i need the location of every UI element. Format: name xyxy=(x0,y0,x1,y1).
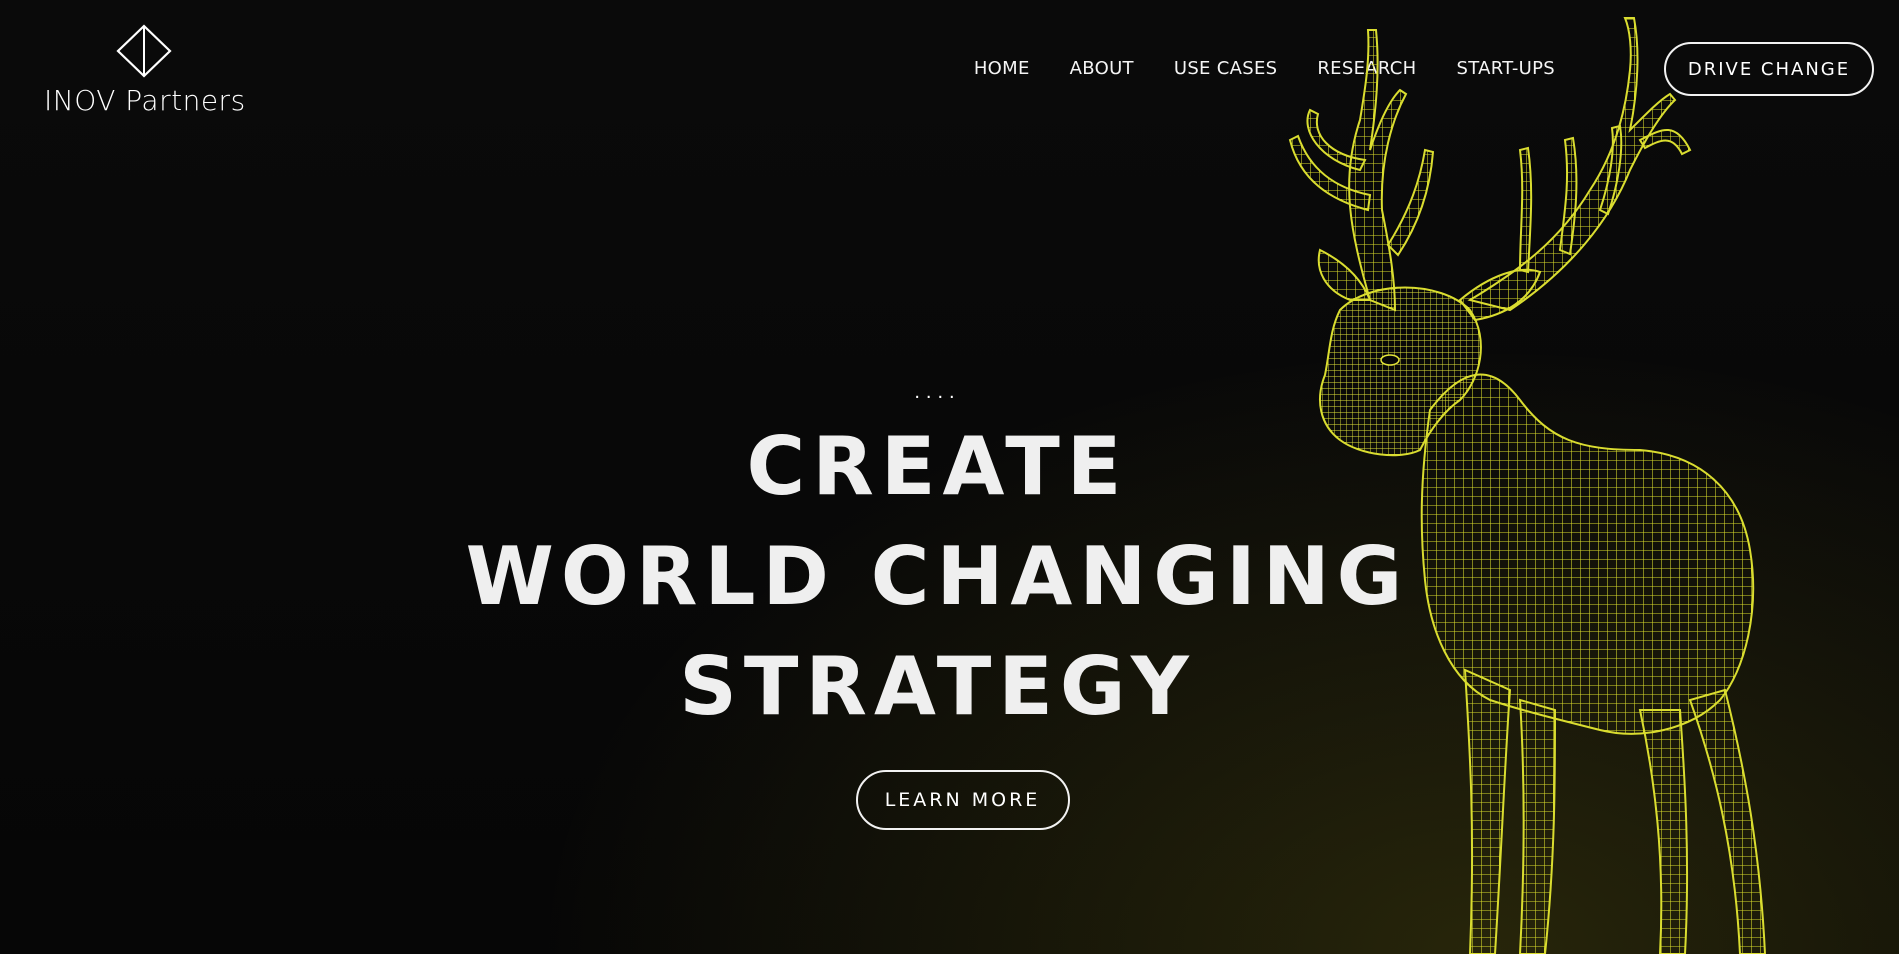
headline-line-3: STRATEGY xyxy=(679,640,1196,733)
hero-dots: .... xyxy=(914,381,961,403)
brand-name: INOV Partners xyxy=(44,84,246,117)
brand-logo[interactable]: INOV Partners xyxy=(44,24,246,117)
nav-item-about[interactable]: ABOUT xyxy=(1070,58,1134,79)
diamond-outline-icon xyxy=(116,24,172,78)
learn-more-button[interactable]: LEARN MORE xyxy=(855,770,1070,830)
nav-item-home[interactable]: HOME xyxy=(974,58,1030,79)
headline-line-1: CREATE xyxy=(746,420,1129,513)
hero-page: INOV Partners HOME ABOUT USE CASES RESEA… xyxy=(0,0,1899,954)
headline-line-2: WORLD CHANGING xyxy=(465,530,1410,623)
hero-section: .... CREATE WORLD CHANGING STRATEGY LEAR… xyxy=(400,380,1475,830)
